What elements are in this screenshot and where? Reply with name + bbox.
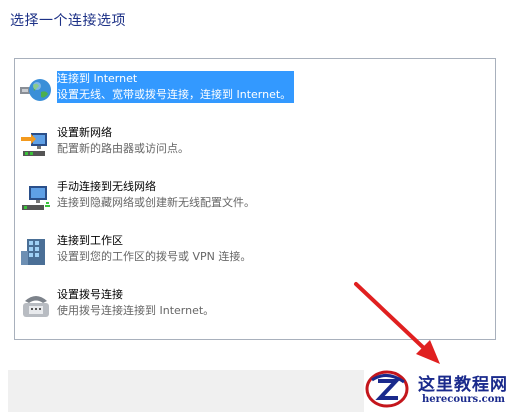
option-title: 手动连接到无线网络 xyxy=(57,180,156,193)
option-description: 连接到隐藏网络或创建新无线配置文件。 xyxy=(57,196,255,209)
page-heading: 选择一个连接选项 xyxy=(10,13,126,29)
dialup-phone-icon xyxy=(23,296,49,317)
footer-bar xyxy=(8,370,364,412)
option-description: 设置无线、宽带或拨号连接，连接到 Internet。 xyxy=(57,88,292,101)
option-description: 配置新的路由器或访问点。 xyxy=(57,142,189,155)
option-connect-workplace[interactable]: 连接到工作区 设置到您的工作区的拨号或 VPN 连接。 xyxy=(19,231,489,275)
option-description: 设置到您的工作区的拨号或 VPN 连接。 xyxy=(57,250,252,263)
watermark-url: herecours.com xyxy=(422,394,506,405)
option-title: 连接到工作区 xyxy=(57,234,123,247)
option-connect-internet[interactable]: 连接到 Internet 设置无线、宽带或拨号连接，连接到 Internet。 xyxy=(19,69,489,113)
option-description: 使用拨号连接连接到 Internet。 xyxy=(57,304,215,317)
watermark-logo-icon xyxy=(365,370,409,408)
new-network-icon xyxy=(21,133,47,156)
globe-network-icon xyxy=(20,79,51,101)
option-title: 设置新网络 xyxy=(57,126,112,139)
option-title: 连接到 Internet xyxy=(57,72,138,85)
site-watermark: 这里教程网 herecours.com xyxy=(362,366,512,412)
option-manual-wireless[interactable]: 手动连接到无线网络 连接到隐藏网络或创建新无线配置文件。 xyxy=(19,177,489,221)
option-setup-new-network[interactable]: 设置新网络 配置新的路由器或访问点。 xyxy=(19,123,489,167)
option-title: 设置拨号连接 xyxy=(57,288,123,301)
watermark-title: 这里教程网 xyxy=(418,375,508,395)
annotation-arrow-icon xyxy=(354,282,440,364)
workplace-icon xyxy=(21,239,45,265)
wireless-network-icon xyxy=(22,186,50,210)
